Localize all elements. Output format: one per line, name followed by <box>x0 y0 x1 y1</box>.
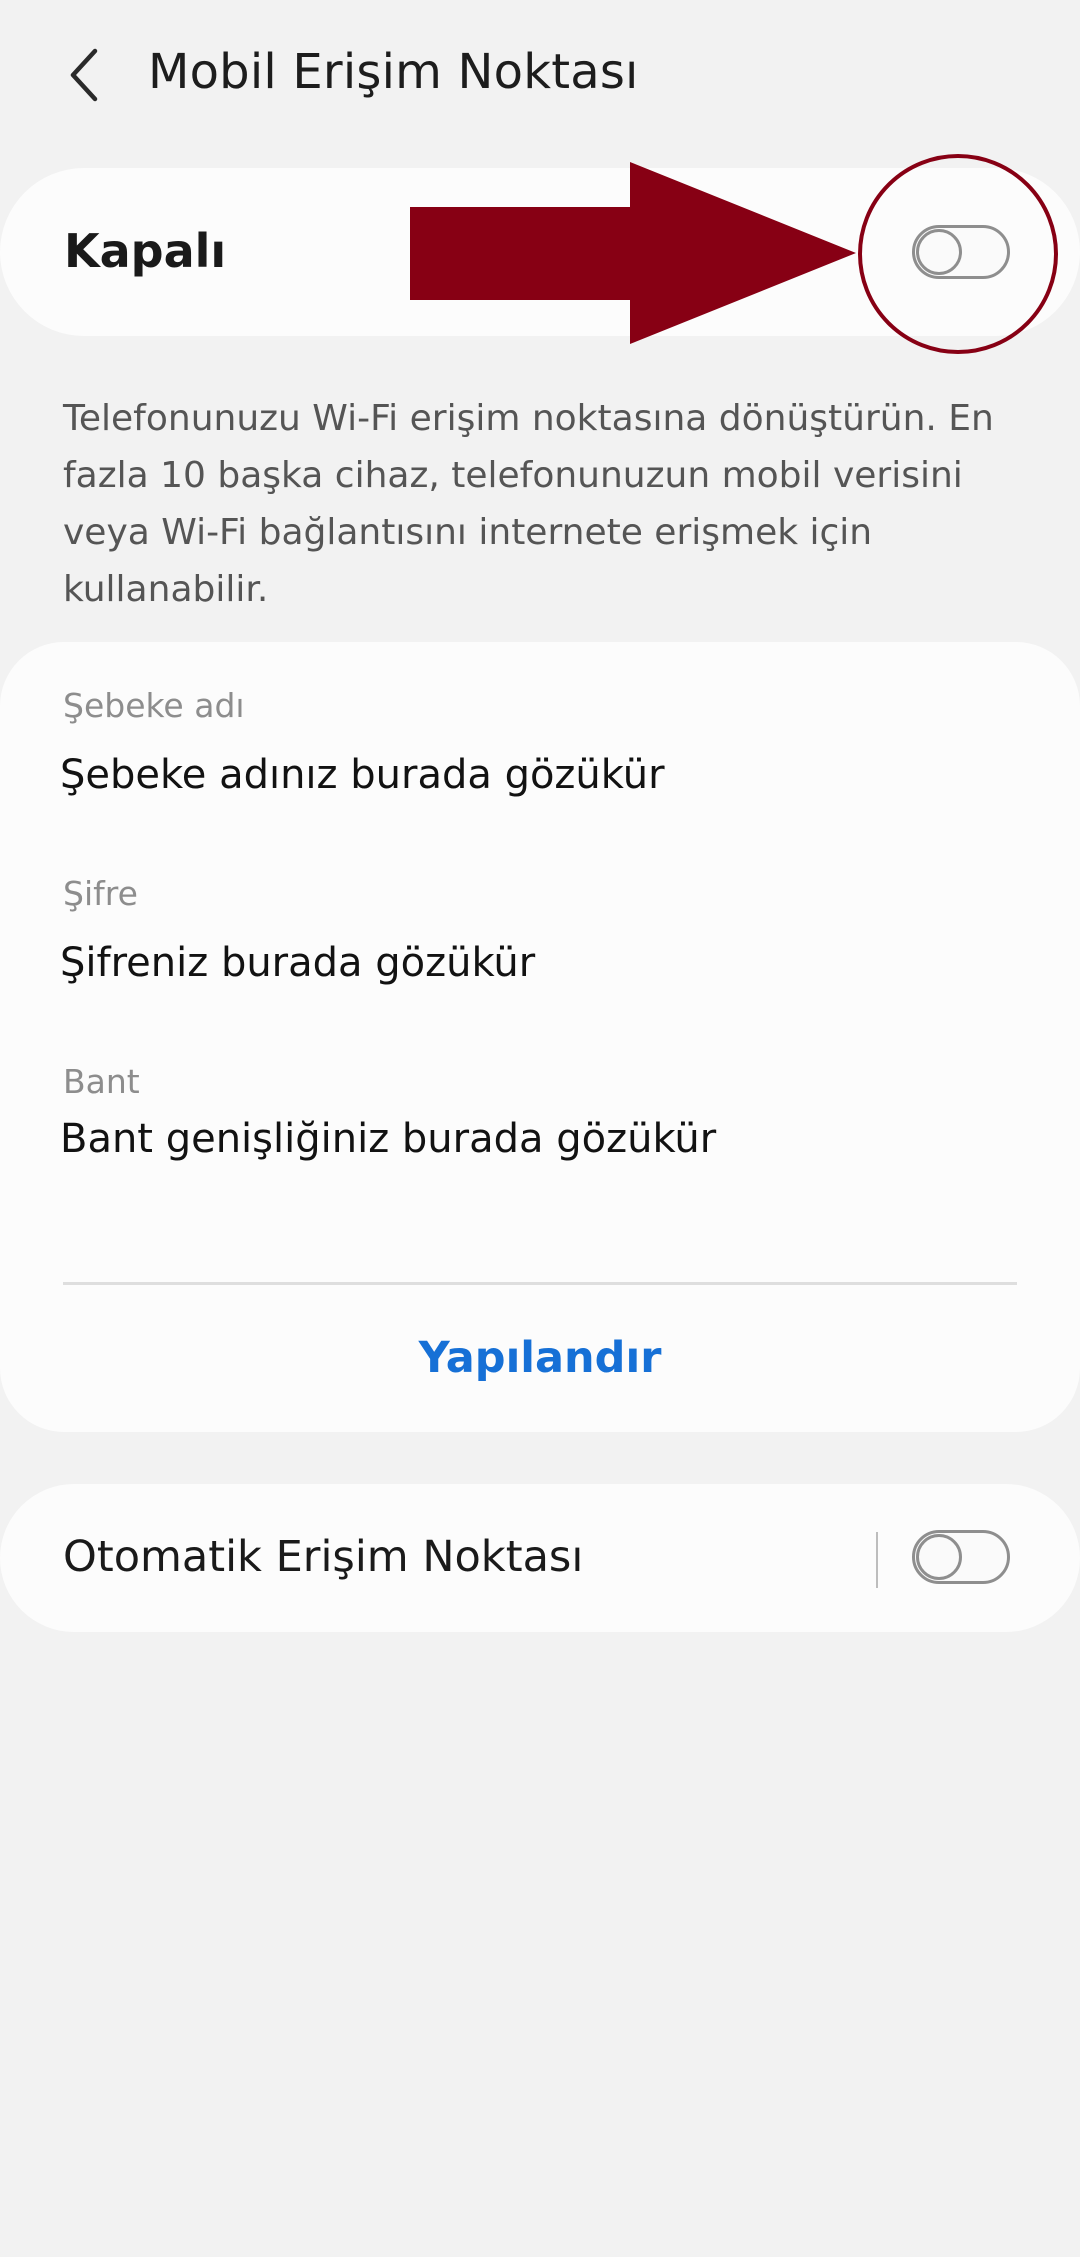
page-title: Mobil Erişim Noktası <box>148 44 639 100</box>
auto-hotspot-toggle[interactable] <box>912 1530 1010 1584</box>
hotspot-toggle[interactable] <box>912 225 1010 279</box>
divider <box>63 1282 1017 1285</box>
band-value: Bant genişliğiniz burada gözükür <box>60 1116 717 1162</box>
password-label: Şifre <box>63 874 138 913</box>
chevron-left-icon <box>70 48 98 102</box>
vertical-divider <box>876 1532 878 1588</box>
settings-page: Mobil Erişim Noktası Kapalı Telefonunuzu… <box>0 0 1080 2257</box>
network-name-value: Şebeke adınız burada gözükür <box>60 752 665 798</box>
network-name-label: Şebeke adı <box>63 686 245 725</box>
toggle-knob <box>916 229 962 275</box>
password-value: Şifreniz burada gözükür <box>60 940 536 986</box>
toggle-knob <box>916 1534 962 1580</box>
app-bar: Mobil Erişim Noktası <box>0 0 1080 150</box>
configure-button[interactable]: Yapılandır <box>0 1300 1080 1416</box>
band-label: Bant <box>63 1062 140 1101</box>
hotspot-description: Telefonunuzu Wi-Fi erişim noktasına dönü… <box>63 398 994 610</box>
hotspot-status-label: Kapalı <box>64 224 227 278</box>
back-button[interactable] <box>50 36 120 114</box>
auto-hotspot-label: Otomatik Erişim Noktası <box>63 1532 584 1582</box>
